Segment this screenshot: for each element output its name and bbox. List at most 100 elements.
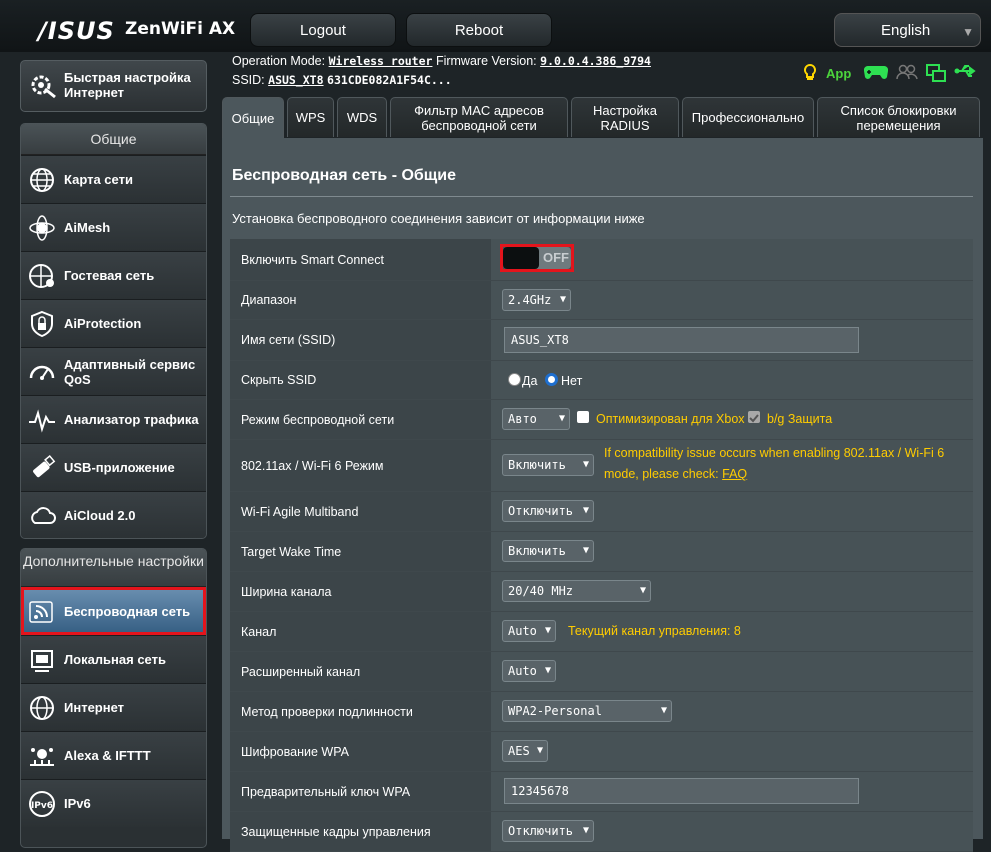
row-label: Wi-Fi Agile Multiband xyxy=(230,492,491,531)
row-label: Target Wake Time xyxy=(230,532,491,571)
sidebar-item-label: Интернет xyxy=(64,700,125,715)
hide-ssid-yes-radio[interactable] xyxy=(508,373,521,386)
wireless-icon xyxy=(29,601,53,623)
xbox-label: Оптимизирован для Xbox xyxy=(596,412,745,426)
chevron-down-icon: ▼ xyxy=(558,413,565,424)
row-channel-bandwidth: Ширина канала 20/40 MHz ▼ xyxy=(230,572,973,612)
bandwidth-select[interactable]: 20/40 MHz ▼ xyxy=(502,580,651,602)
language-select[interactable]: English ▼ xyxy=(834,13,981,47)
logout-button[interactable]: Logout xyxy=(250,13,396,47)
sidebar-item-aicloud[interactable]: AiCloud 2.0 xyxy=(21,491,206,538)
row-auth-method: Метод проверки подлинности WPA2-Personal… xyxy=(230,692,973,732)
operation-mode-label: Operation Mode: xyxy=(232,54,326,68)
tab-mac-filter[interactable]: Фильтр MAC адресов беспроводной сети xyxy=(390,97,568,137)
sidebar-item-alexa-ifttt[interactable]: Alexa & IFTTT xyxy=(21,731,206,779)
select-value: Авто xyxy=(508,412,537,426)
xbox-checkbox[interactable] xyxy=(577,411,589,423)
sidebar-item-label: AiMesh xyxy=(64,220,111,235)
top-bar: /ISUS ZenWiFi AX Logout Reboot English ▼ xyxy=(0,0,991,52)
sidebar-item-guest-network[interactable]: Гостевая сеть xyxy=(21,251,206,299)
select-value: Auto xyxy=(508,664,537,678)
sidebar-item-qos[interactable]: Адаптивный сервис QoS xyxy=(21,347,206,395)
chevron-down-icon: ▼ xyxy=(559,294,566,305)
tab-professional[interactable]: Профессионально xyxy=(682,97,814,137)
auth-method-select[interactable]: WPA2-Personal ▼ xyxy=(502,700,672,722)
internet-globe-icon xyxy=(30,696,54,720)
lightbulb-icon[interactable] xyxy=(804,63,816,87)
band-select[interactable]: 2.4GHz ▼ xyxy=(502,289,571,311)
chevron-down-icon: ▼ xyxy=(582,545,589,556)
content-panel: Беспроводная сеть - Общие Установка бесп… xyxy=(222,138,983,852)
row-protected-management-frames: Защищенные кадры управления Отключить ▼ xyxy=(230,812,973,852)
channel-select[interactable]: Auto ▼ xyxy=(502,620,556,642)
gamepad-icon[interactable] xyxy=(863,64,889,85)
sidebar-item-aiprotection[interactable]: AiProtection xyxy=(21,299,206,347)
clients-icon[interactable] xyxy=(896,64,918,85)
reboot-button[interactable]: Reboot xyxy=(406,13,552,47)
sidebar-item-label: Гостевая сеть xyxy=(64,268,155,283)
select-value: Отключить xyxy=(508,504,574,518)
tab-roaming-block-list[interactable]: Список блокировки перемещения xyxy=(817,97,980,137)
sidebar-item-network-map[interactable]: Карта сети xyxy=(21,155,206,203)
alexa-icon xyxy=(30,748,54,766)
smart-connect-toggle[interactable]: OFF xyxy=(503,247,571,269)
faq-link[interactable]: FAQ xyxy=(722,467,747,481)
row-label: Защищенные кадры управления xyxy=(230,812,491,851)
row-label: Режим беспроводной сети xyxy=(230,400,491,439)
bg-protection-label: b/g Защита xyxy=(767,412,833,426)
status-info: Operation Mode: Wireless router Firmware… xyxy=(232,54,651,92)
usb-status-icon[interactable] xyxy=(954,64,978,83)
sidebar-item-ipv6[interactable]: IPv6 IPv6 xyxy=(21,779,206,827)
app-link[interactable]: App xyxy=(826,66,851,81)
product-name: ZenWiFi AX xyxy=(125,19,236,39)
quick-internet-setup[interactable]: Быстрая настройка Интернет xyxy=(20,60,207,112)
row-label: Шифрование WPA xyxy=(230,732,491,771)
sidebar-item-wireless[interactable]: Беспроводная сеть xyxy=(21,587,206,635)
sidebar-item-label: Карта сети xyxy=(64,172,133,187)
wpa-encryption-select[interactable]: AES ▼ xyxy=(502,740,548,762)
aimesh-icon xyxy=(29,215,55,241)
language-value: English xyxy=(881,22,931,39)
ax-mode-select[interactable]: Включить ▼ xyxy=(502,454,594,476)
row-ax-mode: 802.11ax / Wi-Fi 6 Режим Включить ▼ If co… xyxy=(230,440,973,492)
chevron-down-icon: ▼ xyxy=(582,505,589,516)
advanced-menu-group: Дополнительные настройки Беспроводная се… xyxy=(20,548,207,848)
select-value: Отключить xyxy=(508,824,574,838)
tab-wds[interactable]: WDS xyxy=(337,97,387,137)
tab-general[interactable]: Общие xyxy=(222,97,284,138)
target-wake-time-select[interactable]: Включить ▼ xyxy=(502,540,594,562)
row-wpa-psk: Предварительный ключ WPA 12345678 xyxy=(230,772,973,812)
tab-radius[interactable]: Настройка RADIUS xyxy=(571,97,679,137)
hide-ssid-no-radio[interactable] xyxy=(545,373,558,386)
svg-text:IPv6: IPv6 xyxy=(31,801,53,811)
ssid-link[interactable]: ASUS_XT8 xyxy=(268,73,323,87)
ssid-input[interactable]: ASUS_XT8 xyxy=(504,327,859,353)
radio-label: Нет xyxy=(561,374,583,388)
row-label: Расширенный канал xyxy=(230,652,491,691)
firmware-link[interactable]: 9.0.0.4.386_9794 xyxy=(540,54,651,68)
toggle-knob xyxy=(503,247,539,269)
ax-mode-note: If compatibility issue occurs when enabl… xyxy=(604,446,945,460)
sidebar-item-lan[interactable]: Локальная сеть xyxy=(21,635,206,683)
sidebar-item-label: Анализатор трафика xyxy=(64,412,199,427)
agile-multiband-select[interactable]: Отключить ▼ xyxy=(502,500,594,522)
wireless-mode-select[interactable]: Авто ▼ xyxy=(502,408,570,430)
row-label: Предварительный ключ WPA xyxy=(230,772,491,811)
sidebar-item-aimesh[interactable]: AiMesh xyxy=(21,203,206,251)
row-label: Включить Smart Connect xyxy=(230,239,491,280)
row-target-wake-time: Target Wake Time Включить ▼ xyxy=(230,532,973,572)
bg-protection-checkbox[interactable] xyxy=(748,411,760,423)
row-label: Канал xyxy=(230,612,491,651)
sidebar-item-internet[interactable]: Интернет xyxy=(21,683,206,731)
wizard-gear-icon xyxy=(31,75,56,99)
row-ssid: Имя сети (SSID) ASUS_XT8 xyxy=(230,320,973,361)
general-menu-group: Общие Карта сети AiMesh Гостевая сеть Ai… xyxy=(20,123,207,539)
sidebar-item-usb-app[interactable]: USB-приложение xyxy=(21,443,206,491)
tab-wps[interactable]: WPS xyxy=(287,97,334,137)
sidebar-item-traffic-analyzer[interactable]: Анализатор трафика xyxy=(21,395,206,443)
extension-channel-select[interactable]: Auto ▼ xyxy=(502,660,556,682)
operation-mode-link[interactable]: Wireless router xyxy=(329,54,433,68)
network-status-icon[interactable] xyxy=(926,64,946,87)
wpa-psk-input[interactable]: 12345678 xyxy=(504,778,859,804)
select-value: 2.4GHz xyxy=(508,293,552,307)
